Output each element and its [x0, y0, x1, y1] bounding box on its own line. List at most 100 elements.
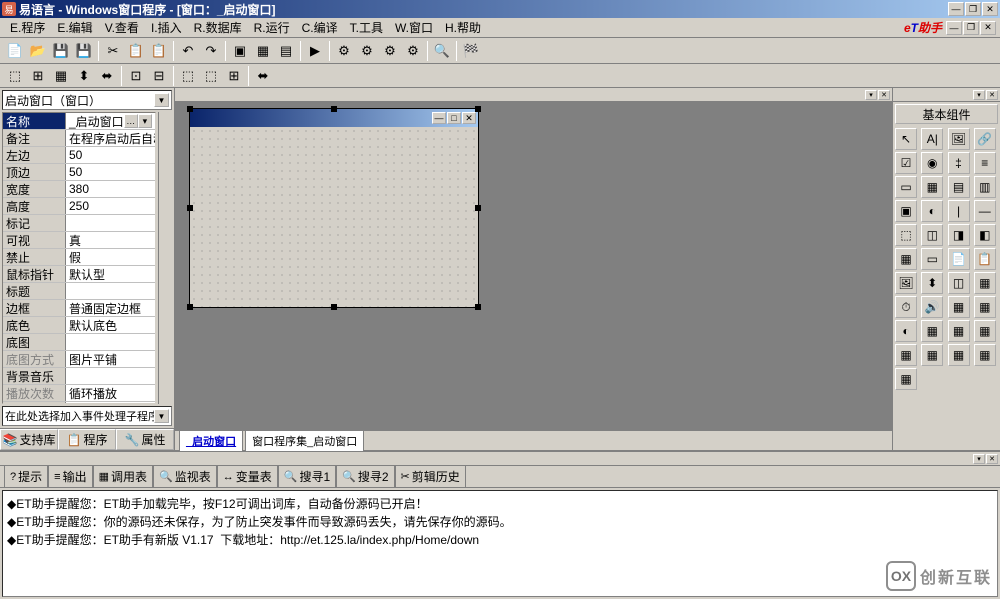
output-tab[interactable]: ?提示 [4, 465, 48, 488]
resize-handle[interactable] [475, 205, 481, 211]
toolbar-button[interactable]: ⚙ [402, 40, 424, 62]
output-tab[interactable]: ▦调用表 [93, 465, 153, 488]
toolbar-button[interactable]: ⚙ [379, 40, 401, 62]
child-restore-button[interactable]: ❐ [963, 21, 979, 35]
toolbar-button[interactable]: ⚙ [356, 40, 378, 62]
component-button[interactable]: ▭ [895, 176, 917, 198]
component-button[interactable]: ⏱ [895, 296, 917, 318]
property-row[interactable]: 高度250 [3, 198, 155, 215]
resize-handle[interactable] [187, 304, 193, 310]
child-minimize-button[interactable]: — [946, 21, 962, 35]
component-button[interactable]: ◧ [974, 224, 996, 246]
menu-item[interactable]: C.编译 [296, 19, 344, 37]
toolbar-button[interactable]: ▤ [275, 40, 297, 62]
toolbar-button[interactable]: ⚙ [333, 40, 355, 62]
component-button[interactable]: | [948, 200, 970, 222]
component-button[interactable]: ◫ [921, 224, 943, 246]
component-button[interactable]: ▦ [921, 344, 943, 366]
component-button[interactable]: ▦ [921, 176, 943, 198]
toolbar-button[interactable]: ⬌ [252, 65, 274, 87]
component-button[interactable]: ▤ [948, 176, 970, 198]
property-row[interactable]: 名称_启动窗口…▾ [3, 113, 155, 130]
component-button[interactable]: ▦ [895, 248, 917, 270]
design-surface[interactable]: — □ ✕ [175, 102, 892, 430]
left-tab[interactable]: 📋程序 [58, 429, 116, 450]
component-button[interactable]: ▣ [895, 200, 917, 222]
toolbar-button[interactable]: ⬌ [96, 65, 118, 87]
component-button[interactable]: ⬍ [921, 272, 943, 294]
toolbar-button[interactable]: ⊟ [148, 65, 170, 87]
component-button[interactable]: 🖼 [948, 128, 970, 150]
component-button[interactable]: ⬚ [895, 224, 917, 246]
component-button[interactable]: ▦ [921, 320, 943, 342]
form-close-icon[interactable]: ✕ [462, 112, 476, 124]
property-row[interactable]: 背景音乐 [3, 368, 155, 385]
property-value[interactable]: 50 [66, 147, 155, 163]
resize-handle[interactable] [475, 106, 481, 112]
toolbar-button[interactable]: 📋 [125, 40, 147, 62]
output-tab[interactable]: ≡输出 [48, 465, 92, 488]
toolbar-button[interactable]: ⊞ [223, 65, 245, 87]
component-button[interactable]: ◨ [948, 224, 970, 246]
resize-handle[interactable] [187, 106, 193, 112]
toolbar-button[interactable]: ⊞ [27, 65, 49, 87]
child-close-button[interactable]: ✕ [980, 21, 996, 35]
property-value[interactable] [66, 368, 155, 384]
component-button[interactable]: ‡ [948, 152, 970, 174]
component-button[interactable]: ▦ [974, 272, 996, 294]
component-button[interactable]: ☑ [895, 152, 917, 174]
output-tab[interactable]: 🔍搜寻2 [336, 465, 394, 488]
component-button[interactable]: ◐ [921, 200, 943, 222]
property-value[interactable]: 图片平铺 [66, 351, 155, 367]
property-grid[interactable]: 名称_启动窗口…▾备注在程序启动后自动左边50顶边50宽度380高度250标记可… [2, 112, 156, 404]
property-value[interactable]: 默认型 [66, 266, 155, 282]
output-tab[interactable]: ↔变量表 [217, 465, 278, 488]
toolbar-button[interactable]: ✂ [102, 40, 124, 62]
toolbar-button[interactable]: ⬚ [177, 65, 199, 87]
output-text[interactable]: ◆ET助手提醒您：ET助手加载完毕，按F12可调出词库，自动备份源码已开启！◆E… [2, 490, 998, 597]
form-minimize-icon[interactable]: — [432, 112, 446, 124]
maximize-button[interactable]: ❐ [965, 2, 981, 16]
property-row[interactable]: 宽度380 [3, 181, 155, 198]
dropdown-icon[interactable]: ▼ [154, 93, 169, 107]
resize-handle[interactable] [475, 304, 481, 310]
property-row[interactable]: 边框普通固定边框 [3, 300, 155, 317]
property-row[interactable]: 禁止假 [3, 249, 155, 266]
component-button[interactable]: ▦ [895, 368, 917, 390]
toolbar-button[interactable]: ↶ [177, 40, 199, 62]
toolbar-button[interactable]: ⊡ [125, 65, 147, 87]
property-row[interactable]: 鼠标指针默认型 [3, 266, 155, 283]
toolbar-button[interactable]: 💾 [73, 40, 95, 62]
toolbar-button[interactable]: ▶ [304, 40, 326, 62]
property-value[interactable] [66, 215, 155, 231]
property-row[interactable]: 标记 [3, 215, 155, 232]
property-value[interactable]: 默认底色 [66, 317, 155, 333]
menu-item[interactable]: H.帮助 [439, 19, 487, 37]
object-selector[interactable]: 启动窗口（窗口） ▼ [2, 90, 172, 110]
toolbar-button[interactable]: ⬚ [200, 65, 222, 87]
panel-close-icon[interactable]: ✕ [986, 454, 998, 464]
property-value[interactable]: 在程序启动后自动 [66, 130, 155, 146]
component-button[interactable]: — [974, 200, 996, 222]
property-value[interactable]: 50 [66, 164, 155, 180]
output-tab[interactable]: 🔍搜寻1 [278, 465, 336, 488]
component-button[interactable]: 🖼 [895, 272, 917, 294]
property-value[interactable]: 真 [66, 232, 155, 248]
toolbar-button[interactable]: ▦ [50, 65, 72, 87]
toolbar-button[interactable]: 📄 [4, 40, 26, 62]
scrollbar[interactable] [158, 112, 174, 404]
output-tab[interactable]: 🔍监视表 [153, 465, 217, 488]
property-row[interactable]: 控制按钮真 [3, 402, 155, 404]
toolbar-button[interactable]: ▣ [229, 40, 251, 62]
property-value[interactable] [66, 283, 155, 299]
menu-item[interactable]: R.运行 [248, 19, 296, 37]
output-tab[interactable]: ✂剪辑历史 [395, 465, 466, 488]
property-row[interactable]: 底图 [3, 334, 155, 351]
component-button[interactable]: 🔗 [974, 128, 996, 150]
property-row[interactable]: 备注在程序启动后自动 [3, 130, 155, 147]
panel-menu-icon[interactable]: ▾ [973, 454, 985, 464]
component-button[interactable]: ▥ [974, 176, 996, 198]
menu-item[interactable]: E.程序 [4, 19, 51, 37]
menu-item[interactable]: I.插入 [145, 19, 188, 37]
toolbar-button[interactable]: ▦ [252, 40, 274, 62]
